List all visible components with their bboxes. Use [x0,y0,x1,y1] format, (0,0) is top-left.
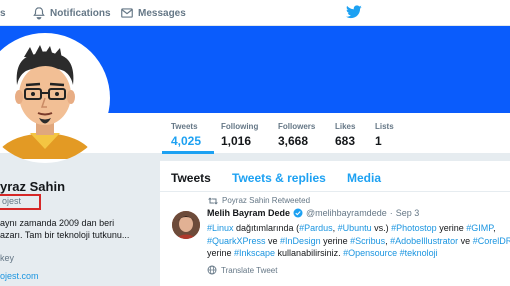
twitter-bird-logo-icon[interactable] [346,5,362,24]
tweet-text-segment: vs.) [371,223,392,233]
hashtag-link[interactable]: #Opensource [343,248,397,258]
profile-location: key [0,253,15,263]
hashtag-link[interactable]: #Linux [207,223,234,233]
stat-tweets-label: Tweets [171,122,198,131]
nav-messages-label: Messages [138,7,186,19]
stat-followers-value: 3,668 [278,134,309,148]
envelope-icon [121,8,133,18]
tweet-line-3: yerine #Inkscape kullanabilirsiniz. #Ope… [207,247,510,260]
cartoon-man-avatar-icon [0,37,106,159]
active-stat-underline [162,151,214,154]
bell-icon [33,7,45,20]
tweet-text-segment: kullanabilirsiniz. [275,248,344,258]
nav-notifications-label: Notifications [50,7,111,19]
retweet-icon [208,197,218,204]
tweet-text-segment: dağıtımlarında ( [233,223,300,233]
nav-home-partial[interactable]: s [0,0,6,26]
tabs-divider [160,191,510,192]
tweet-text-segment: yerine [436,223,467,233]
tweet-date[interactable]: Sep 3 [396,208,420,218]
tweet-author-name[interactable]: Melih Bayram Dede [207,208,290,218]
retweet-label[interactable]: Poyraz Sahin Retweeted [222,196,310,205]
hashtag-link[interactable]: #Pardus [299,223,333,233]
tweet-author-avatar[interactable] [172,211,200,239]
stat-lists-value: 1 [375,134,382,148]
stat-likes[interactable]: Likes 683 [335,122,355,148]
hashtag-link[interactable]: #Photostop [391,223,437,233]
hashtag-link[interactable]: #AdobeIllustrator [390,236,458,246]
profile-handle[interactable]: ojest [2,196,21,206]
nav-messages[interactable]: Messages [120,0,186,26]
hashtag-link[interactable]: #Scribus [350,236,385,246]
profile-avatar[interactable] [0,33,110,163]
tweet-text-segment: ve [458,235,473,246]
bio-line-1: aynı zamanda 2009 dan beri [0,218,115,228]
stat-likes-label: Likes [335,122,356,131]
stat-following-label: Following [221,122,259,131]
tweet-header: Melih Bayram Dede @melihbayramdede · Sep… [207,208,419,218]
top-nav-bar: s Notifications Messages [0,0,510,26]
profile-display-name: yraz Sahin [0,179,66,194]
tab-media[interactable]: Media [347,171,381,185]
hashtag-link[interactable]: #QuarkXPress [207,236,266,246]
hashtag-link[interactable]: #teknoloji [400,248,438,258]
author-photo-icon [172,211,200,239]
tweet-text-segment: yerine [320,235,351,246]
translate-tweet-link[interactable]: Translate Tweet [207,265,277,275]
stat-likes-value: 683 [335,134,356,148]
tab-tweets[interactable]: Tweets [171,171,211,185]
hashtag-link[interactable]: #Inkscape [234,248,275,258]
profile-website-link[interactable]: ojest.com [0,271,39,281]
stat-lists-label: Lists [375,122,394,131]
tab-tweets-and-replies[interactable]: Tweets & replies [232,171,326,185]
hashtag-link[interactable]: #Ubuntu [338,223,372,233]
bio-line-2: azarı. Tam bir teknoloji tutkunu... [0,230,130,240]
nav-home-label: s [0,7,6,19]
stat-following[interactable]: Following 1,016 [221,122,258,148]
stat-tweets[interactable]: Tweets 4,025 [171,122,201,148]
tweet-line-1: #Linux dağıtımlarında (#Pardus, #Ubuntu … [207,222,510,235]
globe-icon [207,265,217,275]
tweet-text-segment: yerine [207,248,235,258]
stat-tweets-value: 4,025 [171,134,202,148]
hashtag-link[interactable]: #InDesign [280,236,321,246]
translate-tweet-label: Translate Tweet [221,265,278,275]
hashtag-link[interactable]: #GIMP [466,223,493,233]
timeline-panel: Tweets Tweets & replies Media Poyraz Sah… [160,161,510,286]
stat-following-value: 1,016 [221,134,252,148]
tweet-meta-separator: · [389,208,393,218]
tweet-author-handle[interactable]: @melihbayramdede [306,208,387,218]
profile-bio: aynı zamanda 2009 dan beri azarı. Tam bi… [0,217,150,241]
nav-notifications[interactable]: Notifications [32,0,111,26]
tweet-text-segment: ve [265,235,281,246]
stat-lists[interactable]: Lists 1 [375,122,394,148]
tweet-text: #Linux dağıtımlarında (#Pardus, #Ubuntu … [207,222,510,260]
hashtag-link[interactable]: #CorelDRAW [473,236,510,246]
verified-badge-icon [293,208,303,218]
stat-followers-label: Followers [278,122,316,131]
tweet-line-2: #QuarkXPress ve #InDesign yerine #Scribu… [207,235,510,248]
retweet-context: Poyraz Sahin Retweeted [208,196,310,205]
stat-followers[interactable]: Followers 3,668 [278,122,315,148]
tweet-text-segment: , [493,223,496,233]
